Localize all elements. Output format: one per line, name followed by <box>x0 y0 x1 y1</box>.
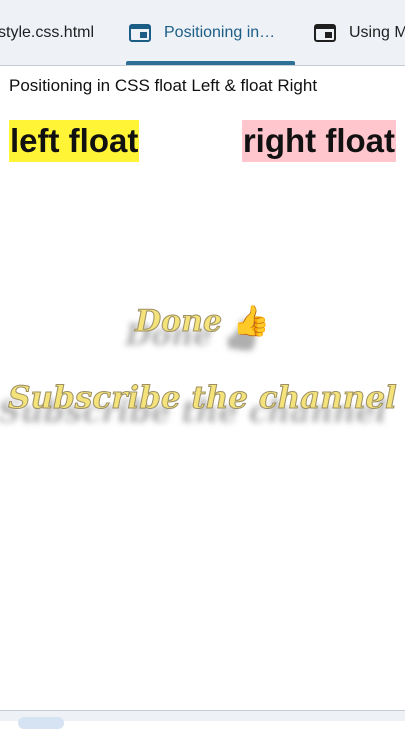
tab-label: Positioning in… <box>164 23 276 41</box>
window-icon <box>314 23 336 42</box>
done-text: Done <box>135 304 223 340</box>
thumbs-up-icon: 👍 <box>232 304 270 339</box>
window-icon <box>129 23 151 42</box>
subscribe-overlay: Subscribe the channel <box>8 380 398 417</box>
tab-style-css[interactable]: style.css.html <box>0 0 116 65</box>
tab-using[interactable]: Using M <box>314 0 405 65</box>
right-float-box: right float <box>241 120 396 162</box>
tab-label: style.css.html <box>0 23 95 41</box>
browser-tab-bar: style.css.html Positioning in… Using M <box>0 0 405 66</box>
page-content: Positioning in CSS float Left & float Ri… <box>0 66 405 710</box>
done-overlay: Done 👍 <box>0 304 405 340</box>
bottom-toolbar <box>0 710 405 729</box>
active-tab-indicator <box>126 61 295 65</box>
page-heading: Positioning in CSS float Left & float Ri… <box>9 76 318 95</box>
tab-positioning[interactable]: Positioning in… <box>126 0 295 65</box>
bottom-nav-pill[interactable] <box>18 717 64 729</box>
left-float-box: left float <box>9 120 140 162</box>
tab-label: Using M <box>349 23 405 41</box>
